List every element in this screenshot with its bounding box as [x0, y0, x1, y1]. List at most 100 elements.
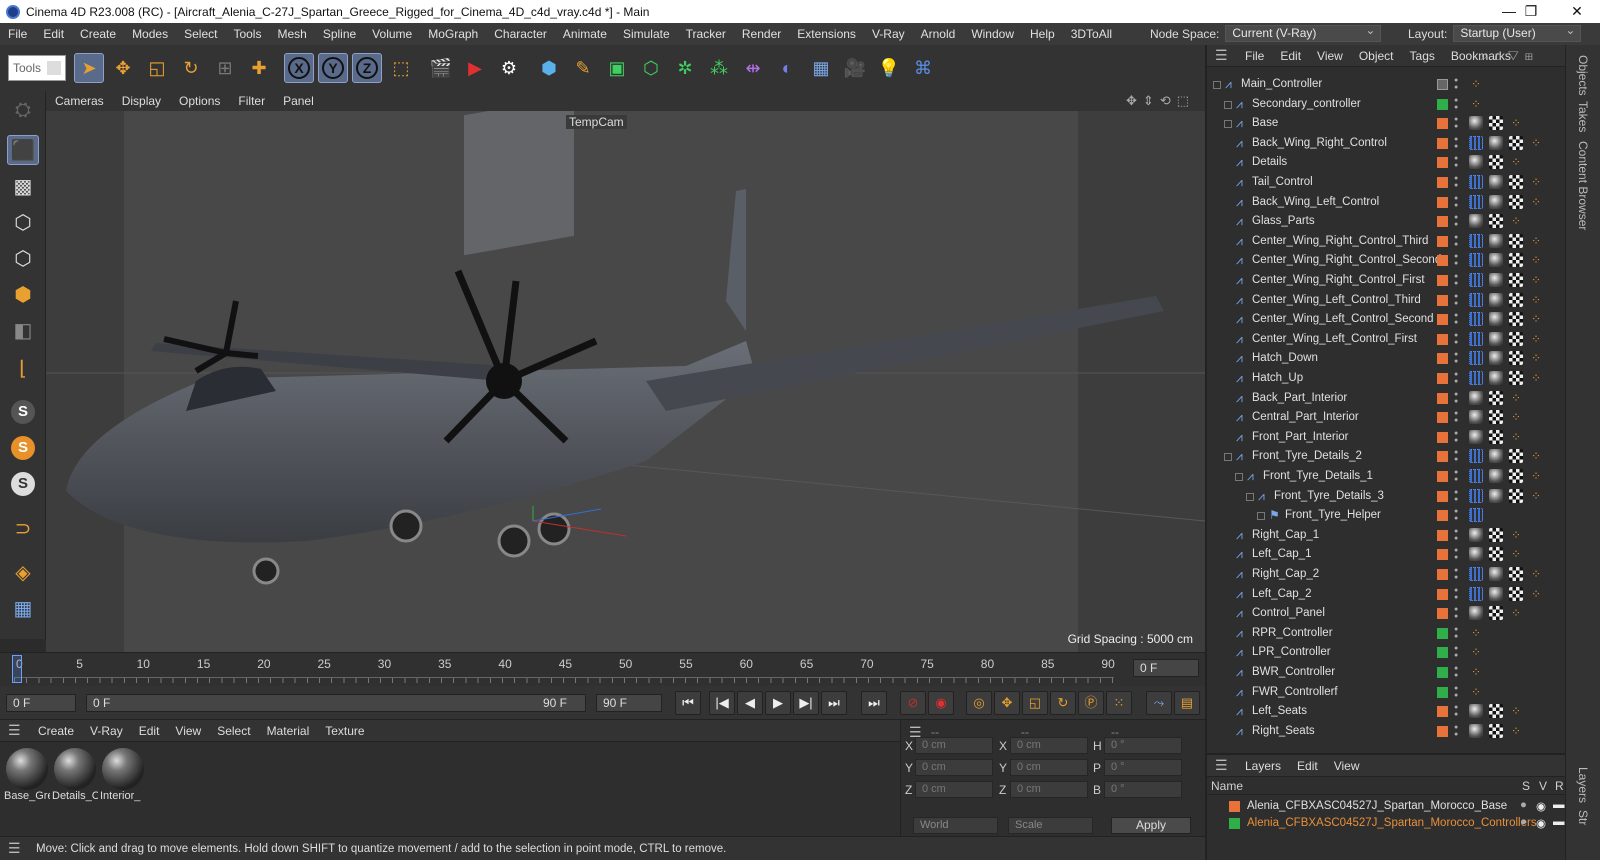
- next-key-button[interactable]: ⏭: [821, 691, 847, 715]
- menu-file[interactable]: File: [0, 27, 35, 41]
- light-button[interactable]: 💡: [874, 53, 904, 83]
- protection-tag-icon[interactable]: [1469, 508, 1483, 523]
- visibility-dots-icon[interactable]: ● ●: [1454, 175, 1459, 191]
- tools-palette-tab[interactable]: Tools: [8, 55, 66, 81]
- material-tag-icon[interactable]: [1509, 371, 1523, 385]
- layer-row[interactable]: Alenia_CFBXASC04527J_Spartan_Morocco_Bas…: [1207, 799, 1565, 816]
- hamburger-menu-icon[interactable]: ☰: [8, 840, 24, 857]
- object-row[interactable]: ⩘ Center_Wing_Right_Control_Second ● ● ⁘: [1207, 251, 1562, 271]
- next-frame-button[interactable]: ▶|: [793, 691, 819, 715]
- menu-tracker[interactable]: Tracker: [678, 27, 734, 41]
- tree-expander-icon[interactable]: [1224, 453, 1232, 462]
- timeline-playhead[interactable]: [12, 655, 22, 683]
- object-row[interactable]: ⩘ Hatch_Up ● ● ⁘: [1207, 369, 1562, 389]
- menu-render[interactable]: Render: [734, 27, 789, 41]
- layer-color-swatch[interactable]: [1437, 294, 1448, 306]
- menu-select[interactable]: Select: [176, 27, 225, 41]
- visibility-dots-icon[interactable]: ● ●: [1454, 704, 1459, 720]
- material-tag-icon[interactable]: [1509, 312, 1523, 327]
- protection-tag-icon[interactable]: [1469, 273, 1483, 287]
- visibility-dots-icon[interactable]: ● ●: [1454, 391, 1459, 407]
- object-row[interactable]: ⩘ Left_Seats ● ● ⁘: [1207, 702, 1562, 722]
- layer-color-swatch[interactable]: [1437, 686, 1448, 698]
- visibility-dots-icon[interactable]: ● ●: [1454, 587, 1459, 603]
- layer-color-swatch[interactable]: [1437, 608, 1448, 620]
- floor-button[interactable]: ▦: [806, 53, 836, 83]
- protection-tag-icon[interactable]: [1469, 312, 1483, 327]
- phong-tag-icon[interactable]: [1469, 606, 1483, 621]
- protection-tag-icon[interactable]: [1469, 371, 1483, 385]
- polygon-mode-button[interactable]: ⬢: [7, 279, 39, 309]
- layer-color-swatch[interactable]: [1437, 706, 1448, 718]
- cube-primitive-button[interactable]: ⬢: [534, 53, 564, 83]
- object-row[interactable]: ⩘ Right_Seats ● ● ⁘: [1207, 722, 1562, 742]
- layer-color-swatch[interactable]: [1437, 392, 1448, 404]
- menu-window[interactable]: Window: [963, 27, 1022, 41]
- hamburger-menu-icon[interactable]: ☰: [1215, 47, 1231, 64]
- xpresso-tag-icon[interactable]: ⁘: [1469, 77, 1483, 91]
- visibility-dots-icon[interactable]: ● ●: [1454, 312, 1459, 328]
- xpresso-tag-icon[interactable]: ⁘: [1469, 626, 1483, 640]
- pen-spline-button[interactable]: ✎: [568, 53, 598, 83]
- material-tag-icon[interactable]: [1509, 488, 1523, 503]
- coord-value-field[interactable]: 0 cm: [915, 737, 993, 754]
- object-menu-tags[interactable]: Tags: [1402, 49, 1443, 63]
- phong-tag-icon[interactable]: [1469, 116, 1483, 131]
- record-active-objects-button[interactable]: ⊘: [900, 691, 926, 715]
- visibility-dots-icon[interactable]: ● ●: [1454, 626, 1459, 642]
- layer-menu-layers[interactable]: Layers: [1237, 759, 1289, 773]
- layer-color-swatch[interactable]: [1437, 667, 1448, 678]
- world-axis-button[interactable]: ✚: [244, 53, 274, 83]
- layer-color-swatch[interactable]: [1437, 157, 1448, 169]
- 3d-viewport[interactable]: TempCam Grid Spacing : 5000 cm: [46, 111, 1205, 652]
- xpresso-tag-icon[interactable]: ⁘: [1529, 332, 1543, 346]
- phong-tag-icon[interactable]: [1489, 567, 1503, 581]
- field-button[interactable]: ◐: [772, 53, 802, 83]
- xpresso-tag-icon[interactable]: ⁘: [1529, 253, 1543, 267]
- axis-mode-button[interactable]: ⌊: [7, 353, 39, 383]
- phong-tag-icon[interactable]: [1489, 253, 1503, 268]
- coord-value-field[interactable]: 0 °: [1104, 737, 1182, 754]
- object-menu-file[interactable]: File: [1237, 49, 1272, 63]
- node-space-dropdown[interactable]: Current (V-Ray): [1225, 23, 1382, 42]
- recent-tool-button[interactable]: ⊞: [210, 53, 240, 83]
- xpresso-tag-icon[interactable]: ⁘: [1529, 351, 1543, 365]
- layer-color-swatch[interactable]: [1437, 588, 1448, 600]
- coord-value-field[interactable]: 0 cm: [1010, 737, 1088, 754]
- layer-menu-view[interactable]: View: [1326, 759, 1368, 773]
- phong-tag-icon[interactable]: [1489, 331, 1503, 346]
- object-row[interactable]: ⩘ Control_Panel ● ● ⁘: [1207, 604, 1562, 624]
- phong-tag-icon[interactable]: [1469, 429, 1483, 444]
- material-tag-icon[interactable]: [1489, 723, 1503, 738]
- solo-dot-icon[interactable]: ●: [1520, 799, 1527, 811]
- layer-color-swatch[interactable]: [1437, 569, 1448, 580]
- visibility-dots-icon[interactable]: ● ●: [1454, 253, 1459, 269]
- material-swatch[interactable]: Base_Gre: [4, 748, 50, 808]
- tree-expander-icon[interactable]: [1246, 492, 1254, 501]
- object-row[interactable]: ⩘ Base ● ● ⁘: [1207, 114, 1562, 134]
- material-menu-create[interactable]: Create: [30, 724, 82, 738]
- material-tag-icon[interactable]: [1509, 253, 1523, 268]
- object-menu-view[interactable]: View: [1309, 49, 1351, 63]
- material-menu-v-ray[interactable]: V-Ray: [82, 724, 131, 738]
- xpresso-tag-icon[interactable]: ⁘: [1469, 685, 1483, 699]
- visibility-dots-icon[interactable]: ● ●: [1454, 469, 1459, 485]
- visibility-dots-icon[interactable]: ● ●: [1454, 155, 1459, 171]
- material-tag-icon[interactable]: [1509, 292, 1523, 307]
- material-menu-edit[interactable]: Edit: [131, 724, 168, 738]
- object-row[interactable]: ⩘ Center_Wing_Left_Control_Third ● ● ⁘: [1207, 291, 1562, 311]
- hamburger-menu-icon[interactable]: ☰: [8, 722, 24, 739]
- layer-color-swatch[interactable]: [1437, 255, 1448, 267]
- object-row[interactable]: ⩘ Front_Tyre_Details_2 ● ● ⁘: [1207, 447, 1562, 467]
- phong-tag-icon[interactable]: [1489, 175, 1503, 189]
- material-tag-icon[interactable]: [1509, 331, 1523, 346]
- object-row[interactable]: ⩘ Back_Part_Interior ● ● ⁘: [1207, 389, 1562, 409]
- object-row[interactable]: ⩘ Left_Cap_1 ● ● ⁘: [1207, 545, 1562, 565]
- phong-tag-icon[interactable]: [1469, 390, 1483, 405]
- object-row[interactable]: ⩘ Right_Cap_2 ● ● ⁘: [1207, 565, 1562, 585]
- object-row[interactable]: ⩘ Tail_Control ● ● ⁘: [1207, 173, 1562, 193]
- viewport-navigation-icons[interactable]: ✥⇕⟲⬚: [1126, 93, 1195, 109]
- tree-expander-icon[interactable]: [1224, 120, 1232, 129]
- xpresso-tag-icon[interactable]: ⁘: [1529, 136, 1543, 150]
- menu-character[interactable]: Character: [486, 27, 555, 41]
